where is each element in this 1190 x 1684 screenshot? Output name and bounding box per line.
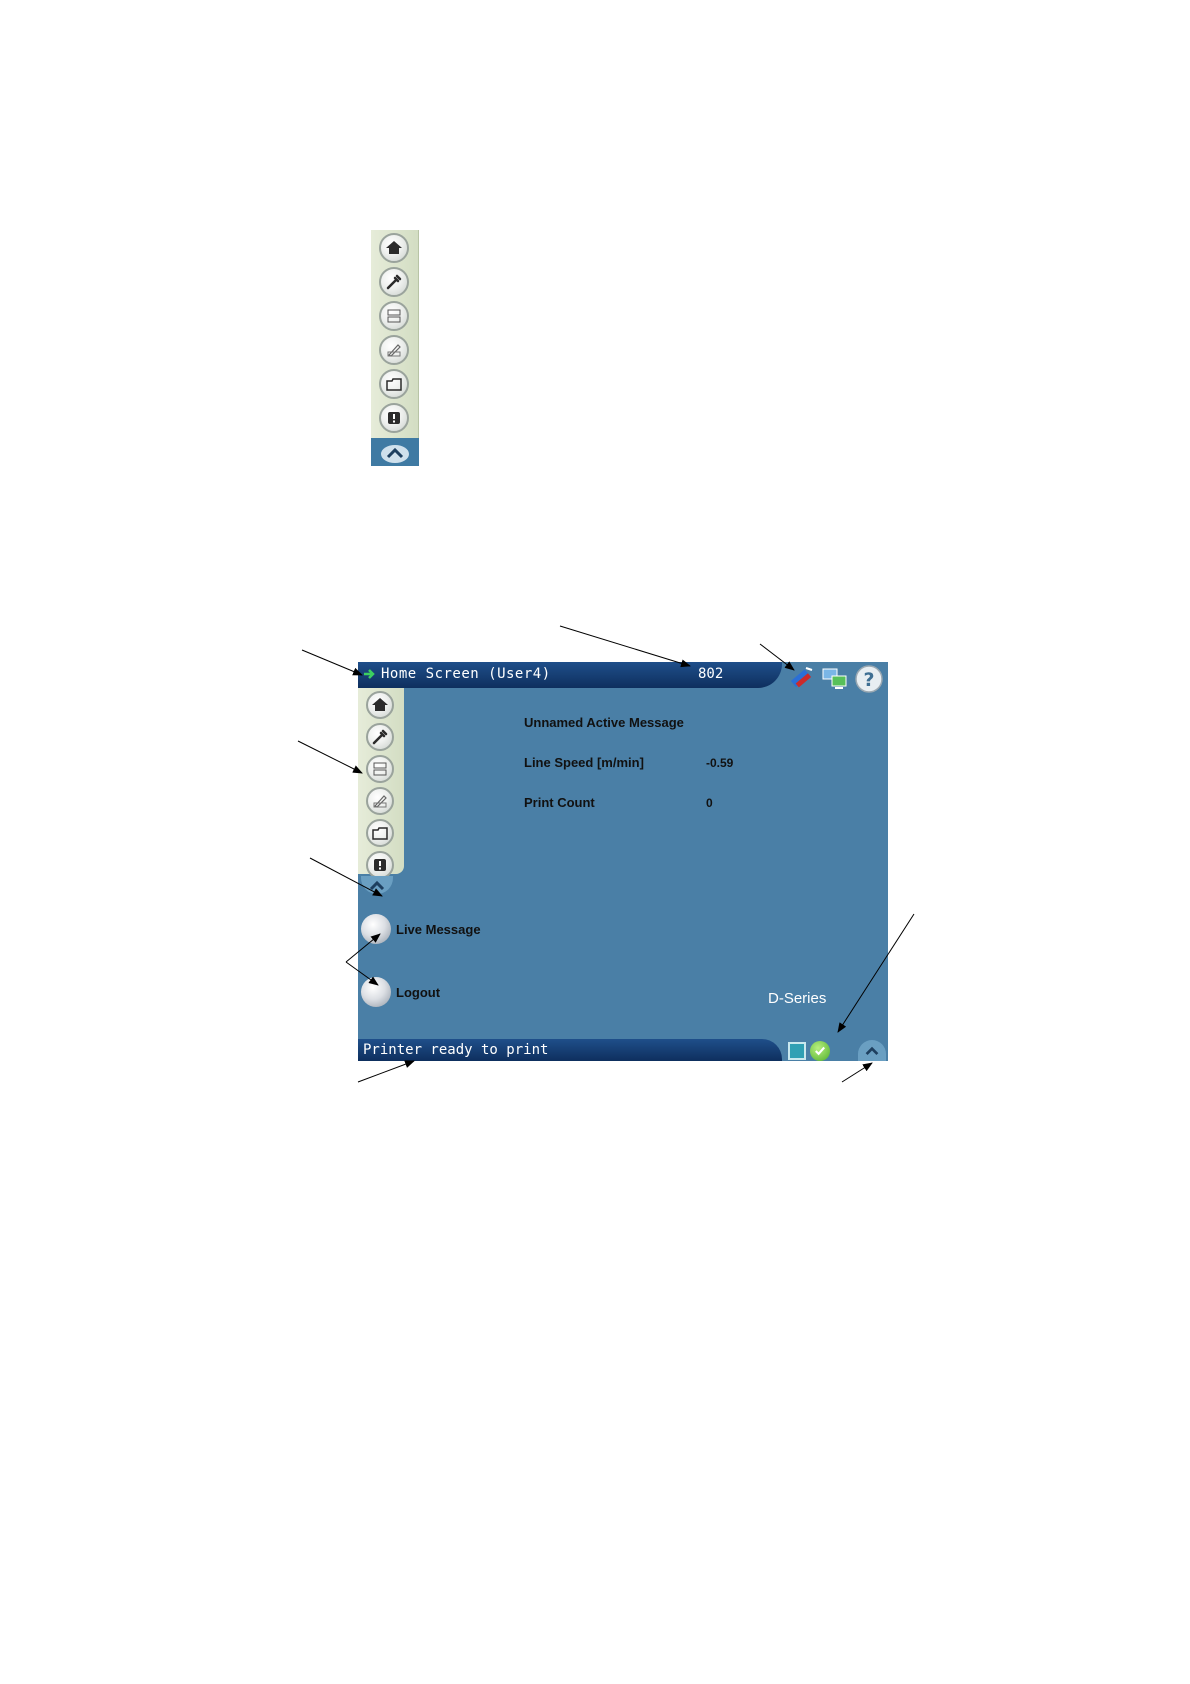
callout-arrow [297,740,363,774]
alert-icon [388,412,400,424]
side-toolbar [358,688,404,879]
home-screen: Home Screen (User4) 802 ? Live Message L… [358,662,888,1061]
title-bar: Home Screen (User4) 802 [358,662,782,688]
message-edit-button[interactable] [379,301,409,331]
live-message-button[interactable] [361,914,391,944]
toolbar-scroll-button[interactable] [361,876,393,894]
line-speed-value: -0.59 [706,756,734,770]
callout-arrow [841,1062,873,1083]
alerts-button[interactable] [379,403,409,433]
message-create-button[interactable] [379,335,409,365]
home-icon [386,241,402,254]
brand-label: D-Series [768,990,827,1007]
callout-arrow [357,1060,415,1083]
status-ok-button[interactable] [810,1041,830,1061]
status-scroll-button[interactable] [858,1040,886,1061]
message-create-button[interactable] [366,787,394,815]
printhead-button[interactable] [786,664,816,699]
chevron-up-icon [865,1046,879,1056]
network-button[interactable] [820,664,850,699]
toolbar-scroll-button[interactable] [371,438,419,466]
chevron-up-icon [369,880,385,891]
page-title: Home Screen (User4) [381,666,551,682]
status-indicator[interactable] [788,1042,806,1060]
status-bar: Printer ready to print [358,1039,782,1061]
message-edit-icon [387,309,401,323]
svg-text:?: ? [863,669,874,691]
live-message-label: Live Message [396,922,481,937]
check-icon [815,1046,825,1056]
alerts-button[interactable] [366,851,394,879]
toolbar-detail [371,230,419,466]
tools-button[interactable] [366,723,394,751]
home-icon [372,698,388,711]
message-edit-button[interactable] [366,755,394,783]
print-count-label: Print Count [524,795,595,810]
wrench-icon [372,729,388,745]
alert-icon [374,859,386,871]
home-button[interactable] [366,691,394,719]
help-icon: ? [855,665,883,693]
tools-button[interactable] [379,267,409,297]
printhead-icon [790,667,813,688]
file-manager-button[interactable] [366,819,394,847]
callout-arrow [559,625,691,668]
logout-button[interactable] [361,977,391,1007]
message-create-icon [387,344,401,357]
chevron-up-icon [381,445,409,463]
message-create-icon [373,795,387,808]
file-manager-icon [372,827,388,840]
print-count-value: 0 [706,796,713,810]
help-button[interactable]: ? [854,664,884,699]
message-edit-icon [373,762,387,776]
login-arrow-icon [364,669,375,679]
network-icon [822,668,847,689]
header-count: 802 [698,666,724,682]
wrench-icon [386,274,402,290]
logout-label: Logout [396,985,441,1000]
file-manager-icon [386,378,402,391]
file-manager-button[interactable] [379,369,409,399]
callout-arrow [301,649,363,676]
line-speed-label: Line Speed [m/min] [524,755,644,770]
status-message: Printer ready to print [363,1042,549,1058]
toolbar-rail [371,230,419,438]
home-button[interactable] [379,233,409,263]
active-message-name: Unnamed Active Message [524,715,684,730]
